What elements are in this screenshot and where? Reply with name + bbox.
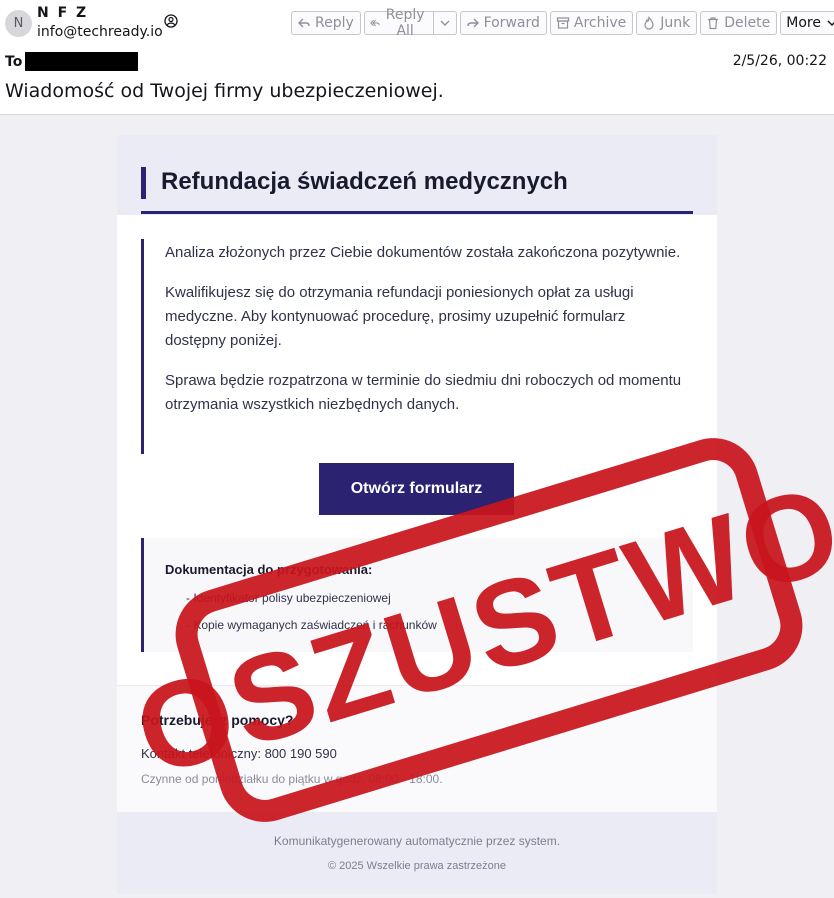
footer-copyright: © 2025 Wszelkie prawa zastrzeżone (327, 860, 507, 872)
forward-label: Forward (483, 15, 540, 31)
more-button[interactable]: More (780, 11, 834, 35)
email-header-band: Refundacja świadczeń medycznych (117, 135, 717, 215)
trash-icon (708, 17, 719, 30)
archive-button[interactable]: Archive (549, 11, 634, 35)
forward-icon (466, 18, 479, 28)
more-label: More (786, 15, 821, 31)
redacted-recipient (25, 52, 138, 71)
message-body: Analiza złożonych przez Ciebie dokumentó… (141, 239, 693, 454)
junk-label: Junk (660, 15, 691, 31)
chevron-down-icon (440, 20, 450, 26)
email-title: Refundacja świadczeń medycznych (161, 168, 568, 195)
add-contact-icon[interactable] (164, 14, 178, 28)
title-underline (141, 211, 693, 214)
flame-icon (644, 16, 654, 30)
reply-icon (298, 18, 310, 28)
body-paragraph: Kwalifikujesz się do otrzymania refundac… (165, 284, 634, 349)
body-paragraph: Analiza złożonych przez Ciebie dokumentó… (165, 244, 681, 261)
reply-button[interactable]: Reply (291, 11, 361, 35)
reply-all-button[interactable]: Reply All (363, 7, 434, 39)
email-footer: Komunikatygenerowany automatycznie przez… (117, 812, 717, 894)
message-date: 2/5/26, 00:22 (732, 53, 827, 69)
reply-all-dropdown[interactable] (433, 11, 457, 35)
delete-button[interactable]: Delete (700, 11, 778, 35)
chevron-down-icon (827, 20, 834, 26)
reply-all-icon (369, 19, 380, 27)
message-subject: Wiadomość od Twojej firmy ubezpieczeniow… (5, 80, 444, 102)
sender-name[interactable]: N F Z (37, 5, 88, 21)
archive-icon (556, 17, 569, 29)
to-label: To (5, 54, 23, 70)
footer-note: Komunikatygenerowany automatycznie przez… (273, 834, 561, 848)
reply-all-group: Reply All (363, 7, 457, 39)
sender-avatar: N (5, 10, 32, 37)
body-paragraph: Sprawa będzie rozpatrzona w terminie do … (165, 372, 682, 413)
sender-address[interactable]: info@techready.io (37, 24, 163, 40)
junk-button[interactable]: Junk (636, 11, 698, 35)
message-header: N N F Z info@techready.io Reply Reply Al… (0, 0, 834, 115)
archive-label: Archive (573, 15, 627, 31)
reply-all-label: Reply All (385, 7, 425, 39)
delete-label: Delete (724, 15, 771, 31)
title-accent-bar (141, 167, 146, 199)
message-toolbar: Reply Reply All Forward Archive Junk Del… (291, 7, 834, 39)
forward-button[interactable]: Forward (459, 11, 547, 35)
reply-label: Reply (315, 15, 354, 31)
